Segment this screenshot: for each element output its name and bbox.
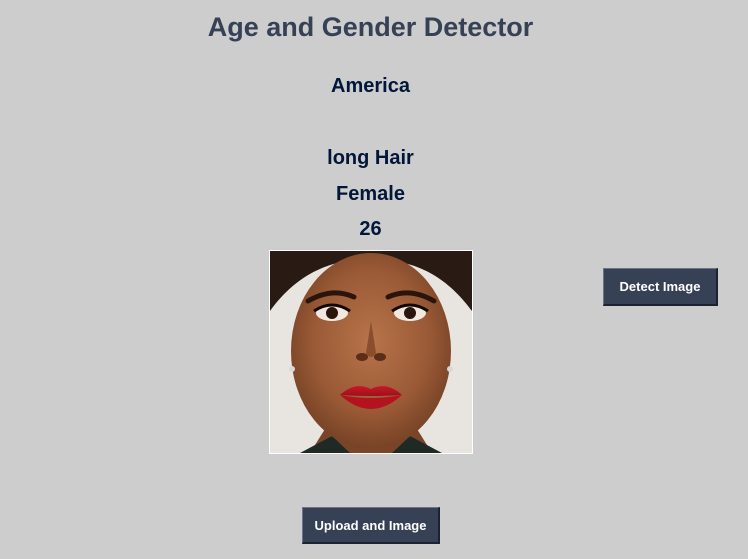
age-result-label: 26 (359, 218, 382, 240)
uploaded-face-image (269, 250, 473, 454)
face-photo-icon (270, 251, 472, 453)
hair-result-label: long Hair (327, 147, 414, 169)
detect-image-button[interactable]: Detect Image (603, 268, 718, 306)
gender-result-label: Female (336, 183, 405, 205)
upload-image-button[interactable]: Upload and Image (302, 507, 440, 544)
app-title: Age and Gender Detector (207, 12, 534, 42)
country-result-label: America (331, 75, 410, 97)
